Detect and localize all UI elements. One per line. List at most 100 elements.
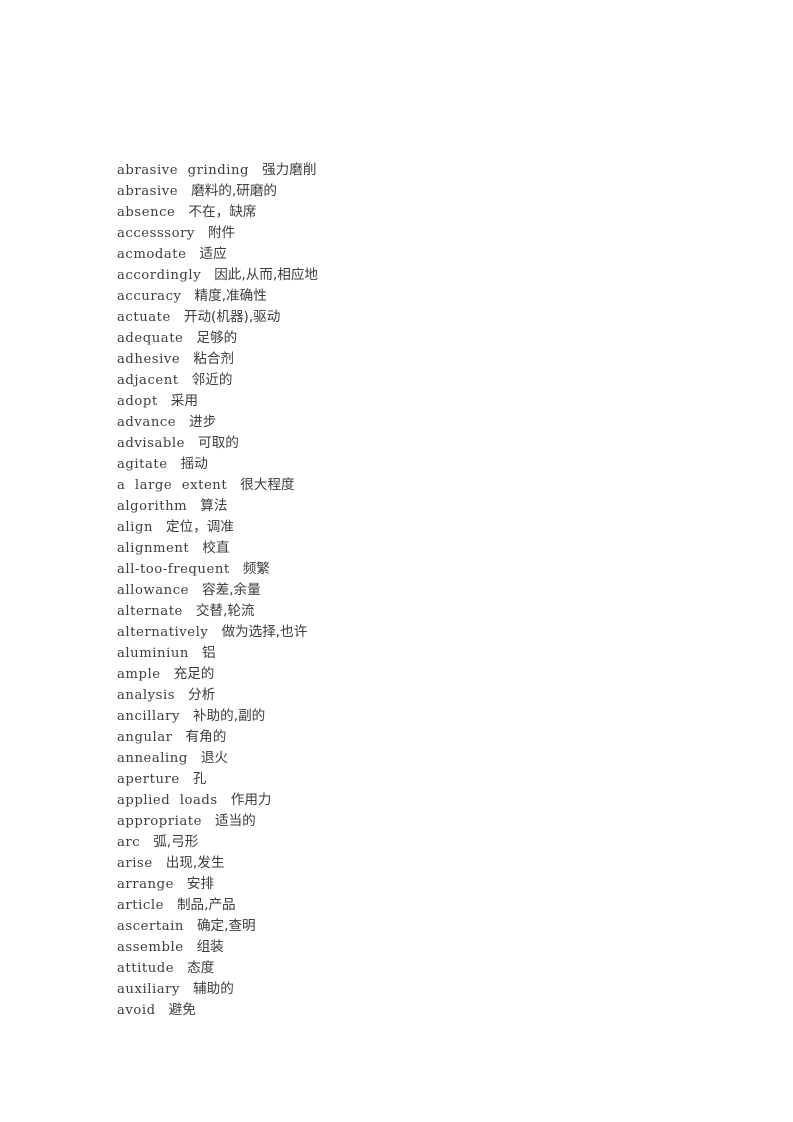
glossary-entry: alternate 交替,轮流 — [117, 601, 717, 622]
glossary-entry: arrange 安排 — [117, 874, 717, 895]
glossary-entry: ascertain 确定,查明 — [117, 916, 717, 937]
entry-term: appropriate — [117, 814, 202, 829]
glossary-entry: adhesive 粘合剂 — [117, 349, 717, 370]
glossary-entry: absence 不在，缺席 — [117, 202, 717, 223]
glossary-entry: adopt 采用 — [117, 391, 717, 412]
entry-term: ascertain — [117, 919, 184, 934]
glossary-entry: appropriate 适当的 — [117, 811, 717, 832]
entry-term: agitate — [117, 457, 168, 472]
glossary-entry: alignment 校直 — [117, 538, 717, 559]
entry-gloss: 容差,余量 — [202, 582, 261, 598]
glossary-entry: ample 充足的 — [117, 664, 717, 685]
entry-gloss: 附件 — [207, 225, 236, 241]
entry-gloss: 校直 — [202, 540, 230, 556]
entry-gloss: 开动(机器),驱动 — [183, 309, 281, 325]
entry-term: analysis — [117, 688, 176, 703]
entry-term: accordingly — [117, 268, 202, 283]
entry-gloss: 进步 — [189, 414, 217, 430]
entry-gloss: 很大程度 — [240, 477, 295, 493]
glossary-list: abrasive grinding 强力磨削 abrasive 磨料的,研磨的 abse… — [117, 160, 717, 1021]
entry-gloss: 足够的 — [196, 330, 238, 346]
entry-gloss: 定位，调准 — [165, 519, 234, 535]
glossary-entry: adjacent 邻近的 — [117, 370, 717, 391]
entry-gloss: 弧,弓形 — [153, 834, 199, 850]
glossary-entry: angular 有角的 — [117, 727, 717, 748]
entry-gloss: 确定,查明 — [196, 918, 256, 934]
entry-term: assemble — [117, 940, 184, 955]
entry-gloss: 不在，缺席 — [188, 204, 257, 220]
entry-gloss: 算法 — [200, 498, 228, 514]
entry-gloss: 适应 — [199, 246, 227, 262]
entry-term: alignment — [117, 541, 190, 556]
glossary-entry: advisable 可取的 — [117, 433, 717, 454]
entry-term: a large extent — [117, 478, 228, 493]
entry-gloss: 适当的 — [214, 813, 256, 829]
glossary-entry: allowance 容差,余量 — [117, 580, 717, 601]
entry-gloss: 粘合剂 — [193, 351, 235, 367]
entry-gloss: 补助的,副的 — [192, 708, 266, 724]
glossary-entry: actuate 开动(机器),驱动 — [117, 307, 717, 328]
entry-term: acmodate — [117, 247, 187, 262]
entry-gloss: 充足的 — [173, 666, 215, 682]
entry-term: aluminiun — [117, 646, 189, 661]
entry-term: accesssory — [117, 226, 195, 241]
entry-term: angular — [117, 730, 173, 745]
entry-gloss: 退火 — [200, 750, 229, 766]
entry-gloss: 孔 — [192, 771, 207, 787]
entry-term: absence — [117, 205, 176, 220]
glossary-entry: avoid 避免 — [117, 1000, 717, 1021]
glossary-entry: acmodate 适应 — [117, 244, 717, 265]
glossary-entry: annealing 退火 — [117, 748, 717, 769]
glossary-entry: abrasive 磨料的,研磨的 — [117, 181, 717, 202]
entry-gloss: 采用 — [170, 393, 198, 409]
glossary-entry: assemble 组装 — [117, 937, 717, 958]
entry-term: advisable — [117, 436, 186, 451]
entry-gloss: 分析 — [188, 687, 216, 703]
glossary-entry: accuracy 精度,准确性 — [117, 286, 717, 307]
glossary-entry: align 定位，调准 — [117, 517, 717, 538]
entry-gloss: 避免 — [168, 1002, 196, 1018]
glossary-entry: abrasive grinding 强力磨削 — [117, 160, 717, 181]
glossary-entry: all-too-frequent 频繁 — [117, 559, 717, 580]
entry-term: adopt — [117, 394, 158, 409]
entry-term: avoid — [117, 1003, 156, 1018]
entry-term: adjacent — [117, 373, 179, 388]
glossary-entry: analysis 分析 — [117, 685, 717, 706]
entry-term: align — [117, 520, 153, 535]
entry-term: abrasive grinding — [117, 163, 250, 178]
entry-term: aperture — [117, 772, 180, 787]
glossary-entry: aluminiun 铝 — [117, 643, 717, 664]
entry-gloss: 出现,发生 — [165, 855, 225, 871]
glossary-entry: accesssory 附件 — [117, 223, 717, 244]
glossary-entry: adequate 足够的 — [117, 328, 717, 349]
entry-gloss: 有角的 — [185, 729, 227, 745]
entry-gloss: 磨料的,研磨的 — [191, 183, 278, 199]
entry-gloss: 组装 — [196, 939, 224, 955]
entry-gloss: 安排 — [186, 876, 215, 892]
entry-term: advance — [117, 415, 177, 430]
entry-term: arc — [117, 835, 141, 850]
entry-gloss: 强力磨削 — [262, 162, 317, 178]
entry-term: arise — [117, 856, 153, 871]
entry-term: attitude — [117, 961, 175, 976]
glossary-entry: arise 出现,发生 — [117, 853, 717, 874]
entry-gloss: 制品,产品 — [176, 897, 236, 913]
glossary-entry: auxiliary 辅助的 — [117, 979, 717, 1000]
glossary-entry: arc 弧,弓形 — [117, 832, 717, 853]
document-page: abrasive grinding 强力磨削 abrasive 磨料的,研磨的 abse… — [0, 0, 793, 1122]
glossary-entry: attitude 态度 — [117, 958, 717, 979]
entry-gloss: 交替,轮流 — [195, 603, 255, 619]
glossary-entry: a large extent 很大程度 — [117, 475, 717, 496]
entry-term: alternatively — [117, 625, 209, 640]
entry-term: all-too-frequent — [117, 562, 230, 577]
entry-term: algorithm — [117, 499, 188, 514]
entry-term: auxiliary — [117, 982, 181, 997]
entry-term: arrange — [117, 877, 174, 892]
glossary-entry: agitate 摇动 — [117, 454, 717, 475]
entry-term: accuracy — [117, 289, 182, 304]
glossary-entry: alternatively 做为选择,也许 — [117, 622, 717, 643]
entry-term: annealing — [117, 751, 188, 766]
entry-term: adequate — [117, 331, 184, 346]
entry-gloss: 做为选择,也许 — [221, 624, 308, 640]
entry-gloss: 邻近的 — [191, 372, 233, 388]
